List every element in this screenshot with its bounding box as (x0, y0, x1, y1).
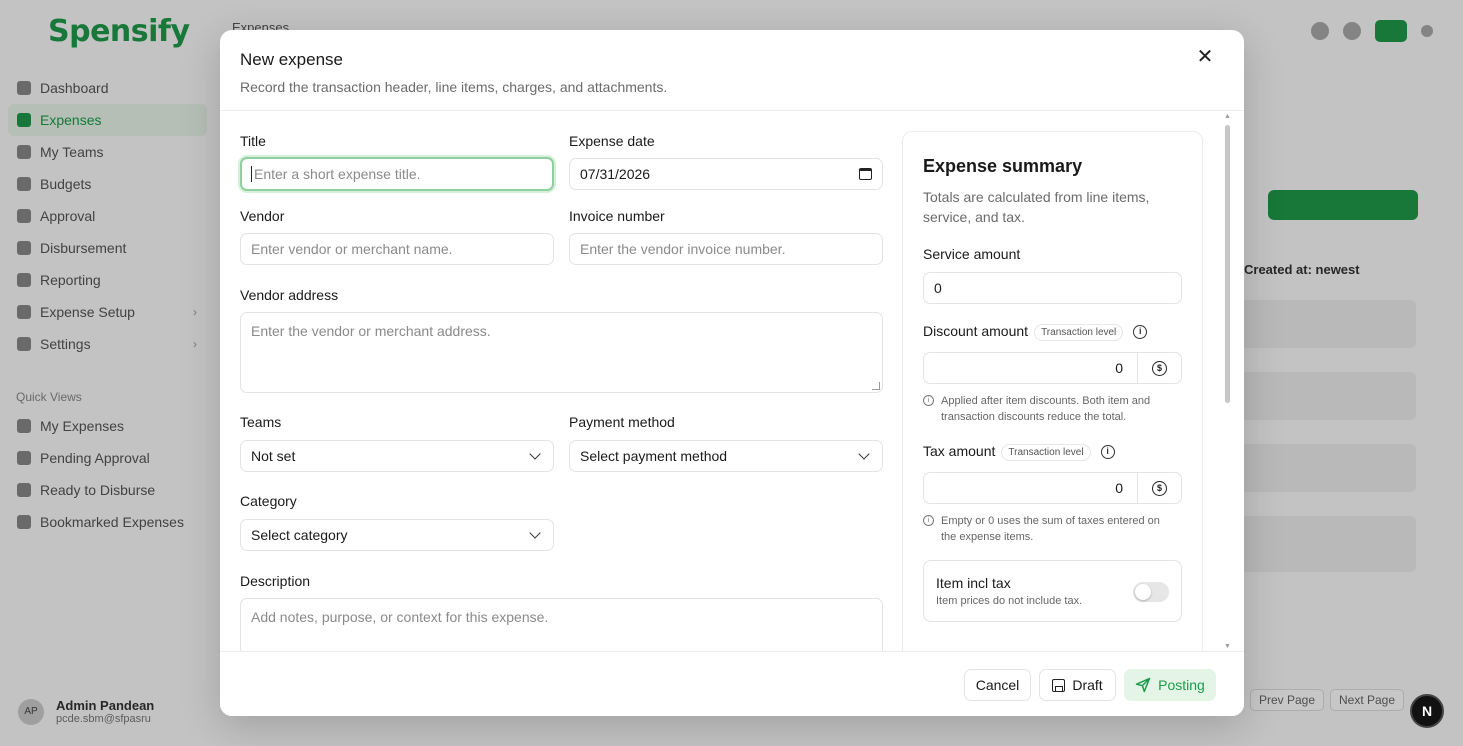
description-label: Description (240, 573, 311, 589)
tax-amount-input[interactable]: 0 $ (923, 472, 1182, 504)
item-incl-tax-label: Item incl tax (936, 575, 1011, 591)
posting-button[interactable]: Posting (1124, 669, 1216, 701)
expense-date-label: Expense date (569, 133, 655, 149)
calendar-icon[interactable] (859, 168, 872, 180)
tax-amount-label: Tax amount (923, 443, 996, 459)
chevron-down-icon (529, 527, 541, 539)
transaction-level-badge: Transaction level (1034, 323, 1124, 341)
service-amount-label: Service amount (923, 246, 1021, 262)
discount-hint: i Applied after item discounts. Both ite… (923, 393, 1173, 425)
cancel-button[interactable]: Cancel (964, 669, 1031, 701)
draft-button[interactable]: Draft (1039, 669, 1116, 701)
save-icon (1052, 678, 1066, 692)
discount-amount-input[interactable]: 0 $ (923, 352, 1182, 384)
description-placeholder: Add notes, purpose, or context for this … (251, 609, 549, 625)
vendor-input[interactable]: Enter vendor or merchant name. (240, 233, 554, 265)
item-incl-tax-card: Item incl tax Item prices do not include… (923, 560, 1182, 622)
description-textarea[interactable]: Add notes, purpose, or context for this … (240, 598, 883, 651)
info-icon: i (923, 515, 934, 526)
transaction-level-badge: Transaction level (1001, 443, 1091, 461)
vendor-label: Vendor (240, 208, 285, 224)
payment-method-label: Payment method (569, 414, 675, 430)
info-icon[interactable]: i (1133, 325, 1148, 340)
teams-select[interactable]: Not set (240, 440, 554, 472)
discount-amount-label: Discount amount (923, 323, 1029, 339)
discount-amount-value: 0 (1115, 360, 1123, 376)
expense-date-input[interactable]: 07/31/2026 (569, 158, 883, 190)
resize-handle-icon[interactable] (872, 382, 880, 390)
text-caret (251, 166, 252, 182)
dialog-title: New expense (240, 50, 344, 69)
scroll-up-icon[interactable]: ▲ (1224, 113, 1231, 120)
invoice-number-input[interactable]: Enter the vendor invoice number. (569, 233, 883, 265)
currency-toggle[interactable]: $ (1137, 353, 1181, 383)
title-input[interactable]: Enter a short expense title. (240, 157, 554, 191)
discount-hint-text: Applied after item discounts. Both item … (941, 395, 1151, 423)
discount-amount-label-row: Discount amount Transaction level i (923, 323, 1148, 341)
close-icon[interactable]: ✕ (1194, 46, 1216, 68)
dialog-body: Title Enter a short expense title. Expen… (220, 111, 1244, 651)
chevron-down-icon (529, 448, 541, 460)
category-label: Category (240, 493, 297, 509)
posting-button-label: Posting (1158, 677, 1205, 693)
scrollbar-thumb[interactable] (1225, 125, 1230, 403)
cancel-button-label: Cancel (975, 677, 1020, 693)
vendor-address-placeholder: Enter the vendor or merchant address. (251, 323, 491, 339)
item-incl-tax-sub: Item prices do not include tax. (936, 595, 1083, 607)
expense-summary-panel: Expense summary Totals are calculated fr… (902, 131, 1203, 651)
dollar-icon: $ (1152, 480, 1167, 496)
vendor-address-textarea[interactable]: Enter the vendor or merchant address. (240, 312, 883, 393)
assistant-fab-button[interactable]: N (1410, 694, 1444, 728)
send-icon (1135, 677, 1151, 693)
dollar-icon: $ (1152, 360, 1167, 376)
invoice-number-label: Invoice number (569, 208, 665, 224)
dialog-subtitle: Record the transaction header, line item… (240, 79, 668, 95)
draft-button-label: Draft (1072, 677, 1103, 693)
tax-amount-label-row: Tax amount Transaction level i (923, 443, 1115, 461)
toggle-knob (1135, 584, 1151, 600)
payment-method-value: Select payment method (580, 448, 728, 464)
vendor-placeholder: Enter vendor or merchant name. (251, 241, 453, 257)
teams-value: Not set (251, 448, 296, 464)
dialog-header: New expense Record the transaction heade… (220, 30, 1244, 111)
info-icon[interactable]: i (1100, 445, 1115, 460)
title-label: Title (240, 133, 266, 149)
invoice-number-placeholder: Enter the vendor invoice number. (580, 241, 786, 257)
dialog-footer: Cancel Draft Posting (220, 651, 1244, 716)
currency-toggle[interactable]: $ (1137, 473, 1181, 503)
vendor-address-label: Vendor address (240, 287, 339, 303)
service-amount-input[interactable]: 0 (923, 272, 1182, 304)
category-select[interactable]: Select category (240, 519, 554, 551)
category-value: Select category (251, 527, 348, 543)
scroll-down-icon[interactable]: ▼ (1224, 643, 1231, 650)
summary-title: Expense summary (923, 156, 1083, 176)
payment-method-select[interactable]: Select payment method (569, 440, 883, 472)
title-placeholder: Enter a short expense title. (254, 166, 421, 182)
new-expense-dialog: New expense Record the transaction heade… (220, 30, 1244, 716)
item-incl-tax-toggle[interactable] (1133, 582, 1169, 602)
service-amount-value: 0 (934, 280, 942, 296)
info-icon: i (923, 395, 934, 406)
scrollbar[interactable]: ▲ ▼ (1223, 113, 1231, 651)
tax-hint: i Empty or 0 uses the sum of taxes enter… (923, 513, 1173, 545)
tax-hint-text: Empty or 0 uses the sum of taxes entered… (941, 515, 1160, 543)
chevron-down-icon (858, 448, 870, 460)
teams-label: Teams (240, 414, 282, 430)
summary-subtitle: Totals are calculated from line items, s… (923, 189, 1150, 225)
expense-date-value: 07/31/2026 (580, 166, 651, 182)
tax-amount-value: 0 (1115, 480, 1123, 496)
